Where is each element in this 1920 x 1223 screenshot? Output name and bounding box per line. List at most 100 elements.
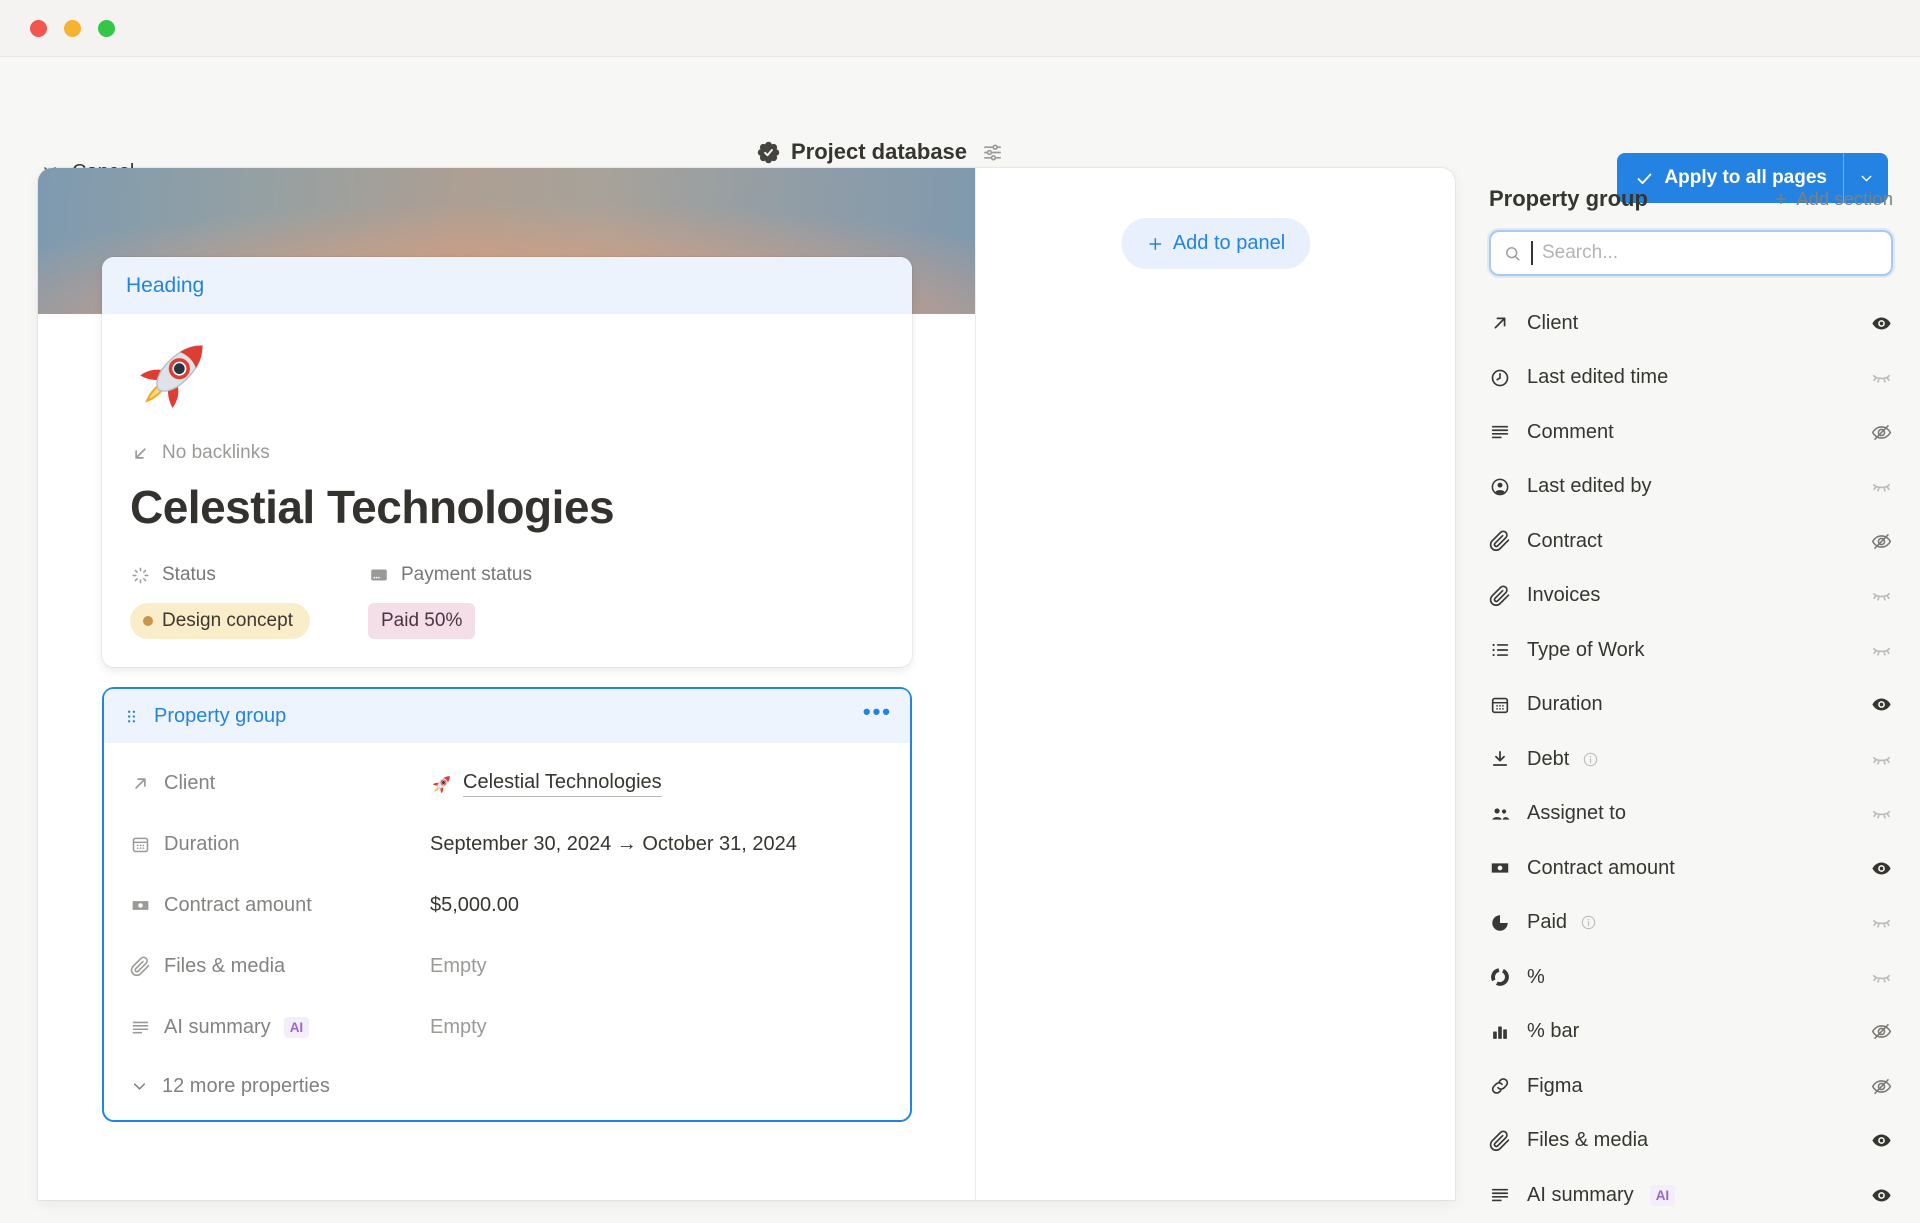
sidebar-property-row[interactable]: Comment	[1489, 405, 1893, 460]
visibility-toggle[interactable]	[1870, 1184, 1893, 1207]
visibility-toggle[interactable]	[1870, 1075, 1893, 1098]
add-section-button[interactable]: Add section	[1773, 188, 1893, 210]
visibility-toggle[interactable]	[1870, 639, 1893, 662]
more-options-icon[interactable]: •••	[863, 712, 892, 720]
sidebar-property-row[interactable]: Paid	[1489, 896, 1893, 951]
sidebar-property-row[interactable]: Duration	[1489, 678, 1893, 733]
sidebar-property-row[interactable]: Invoices	[1489, 569, 1893, 624]
link-icon	[1489, 1075, 1511, 1097]
visibility-toggle[interactable]	[1870, 911, 1893, 934]
lines-icon	[1489, 421, 1511, 443]
client-page-link[interactable]: Celestial Technologies	[463, 771, 662, 797]
inline-properties-labels: Status Payment status	[130, 564, 884, 586]
property-search-input[interactable]: Search...	[1489, 230, 1893, 276]
minimize-window-button[interactable]	[64, 20, 81, 37]
status-badge[interactable]: Design concept	[130, 603, 310, 639]
plus-icon	[1773, 191, 1789, 207]
property-row[interactable]: Contract amount$5,000.00	[130, 875, 884, 936]
visibility-toggle[interactable]	[1870, 693, 1893, 716]
traffic-lights	[30, 20, 115, 37]
sidebar-property-label: Invoices	[1527, 584, 1600, 607]
bars-icon	[1489, 1021, 1511, 1043]
property-row-value[interactable]: $5,000.00	[430, 894, 519, 917]
visibility-toggle[interactable]	[1870, 802, 1893, 825]
property-row[interactable]: Client Celestial Technologies	[130, 753, 884, 814]
sidebar-title: Property group	[1489, 186, 1648, 212]
property-row[interactable]: AI summaryAIEmpty	[130, 997, 884, 1058]
calendar-icon	[1489, 694, 1511, 716]
paperclip-icon	[1489, 585, 1511, 607]
property-row-value[interactable]: Empty	[430, 1016, 487, 1039]
visibility-toggle[interactable]	[1870, 530, 1893, 553]
sidebar-property-row[interactable]: Client	[1489, 296, 1893, 351]
visibility-toggle[interactable]	[1870, 748, 1893, 771]
arrow-down-left-icon	[130, 443, 151, 464]
zoom-window-button[interactable]	[98, 20, 115, 37]
payment-status-badge[interactable]: Paid 50%	[368, 603, 475, 639]
visibility-toggle[interactable]	[1870, 475, 1893, 498]
add-to-panel-button[interactable]: Add to panel	[1121, 218, 1310, 269]
sidebar-property-row[interactable]: AI summaryAI	[1489, 1168, 1893, 1223]
sidebar-property-row[interactable]: Contract	[1489, 514, 1893, 569]
visibility-toggle[interactable]	[1870, 1129, 1893, 1152]
property-row-label: Client	[130, 772, 430, 795]
visibility-toggle[interactable]	[1870, 584, 1893, 607]
sidebar-property-row[interactable]: Figma	[1489, 1059, 1893, 1114]
drag-handle-icon[interactable]	[122, 707, 141, 726]
property-row[interactable]: DurationSeptember 30, 2024 → October 31,…	[130, 814, 884, 875]
visibility-toggle[interactable]	[1870, 312, 1893, 335]
sidebar-property-label: Assignet to	[1527, 802, 1626, 825]
sidebar-property-row[interactable]: Files & media	[1489, 1114, 1893, 1169]
sidebar-property-row[interactable]: % bar	[1489, 1005, 1893, 1060]
visibility-toggle[interactable]	[1870, 857, 1893, 880]
rocket-emoji-icon	[430, 772, 454, 796]
heading-section-card[interactable]: Heading No backlinks Celestial Technolog…	[102, 257, 912, 667]
payment-label-text: Payment status	[401, 564, 532, 586]
more-properties-toggle[interactable]: 12 more properties	[130, 1058, 884, 1114]
sidebar-property-label: Duration	[1527, 693, 1603, 716]
sidebar-property-row[interactable]: %	[1489, 950, 1893, 1005]
property-group-section-card[interactable]: Property group ••• Client Celestial Techn…	[102, 687, 912, 1122]
database-title: Project database	[791, 139, 967, 165]
sidebar-property-label: Debt	[1527, 748, 1569, 771]
property-row-value[interactable]: September 30, 2024 → October 31, 2024	[430, 833, 797, 856]
backlinks-row[interactable]: No backlinks	[130, 442, 884, 464]
visibility-toggle[interactable]	[1870, 421, 1893, 444]
property-row-label: Files & media	[130, 955, 430, 978]
sidebar-property-label: Client	[1527, 312, 1578, 335]
heading-section-label: Heading	[126, 274, 204, 298]
status-label-text: Status	[162, 564, 216, 586]
info-icon	[1579, 913, 1598, 932]
visibility-toggle[interactable]	[1870, 366, 1893, 389]
property-row[interactable]: Files & media Empty	[130, 936, 884, 997]
close-window-button[interactable]	[30, 20, 47, 37]
property-group-header[interactable]: Property group •••	[104, 689, 910, 743]
visibility-toggle[interactable]	[1870, 1020, 1893, 1043]
payment-status-property-label: Payment status	[368, 564, 532, 586]
property-row-label: AI summaryAI	[130, 1016, 430, 1039]
sidebar-property-row[interactable]: Type of Work	[1489, 623, 1893, 678]
calendar-icon	[130, 834, 151, 855]
sidebar-property-row[interactable]: Contract amount	[1489, 841, 1893, 896]
layout-preview-stage: Heading No backlinks Celestial Technolog…	[38, 168, 1455, 1200]
status-dot	[143, 616, 153, 626]
status-badge-text: Design concept	[162, 610, 293, 632]
heading-section-header[interactable]: Heading	[102, 257, 912, 314]
property-row-value[interactable]: Celestial Technologies	[430, 771, 662, 797]
add-section-label: Add section	[1796, 188, 1893, 210]
property-row-label-text: Files & media	[164, 955, 285, 978]
sidebar-property-row[interactable]: Last edited time	[1489, 351, 1893, 406]
property-row-value[interactable]: Empty	[430, 955, 487, 978]
rocket-page-icon[interactable]	[130, 330, 218, 418]
chevron-down-icon	[1858, 170, 1875, 187]
visibility-toggle[interactable]	[1870, 966, 1893, 989]
sidebar-property-row[interactable]: Last edited by	[1489, 460, 1893, 515]
sidebar-property-row[interactable]: Debt	[1489, 732, 1893, 787]
person-circle-icon	[1489, 476, 1511, 498]
text-cursor	[1531, 241, 1533, 265]
sidebar-property-label: Figma	[1527, 1075, 1583, 1098]
sidebar-property-row[interactable]: Assignet to	[1489, 787, 1893, 842]
property-group-label: Property group	[154, 705, 286, 728]
backlinks-label: No backlinks	[162, 442, 270, 464]
sliders-icon[interactable]	[981, 141, 1004, 164]
